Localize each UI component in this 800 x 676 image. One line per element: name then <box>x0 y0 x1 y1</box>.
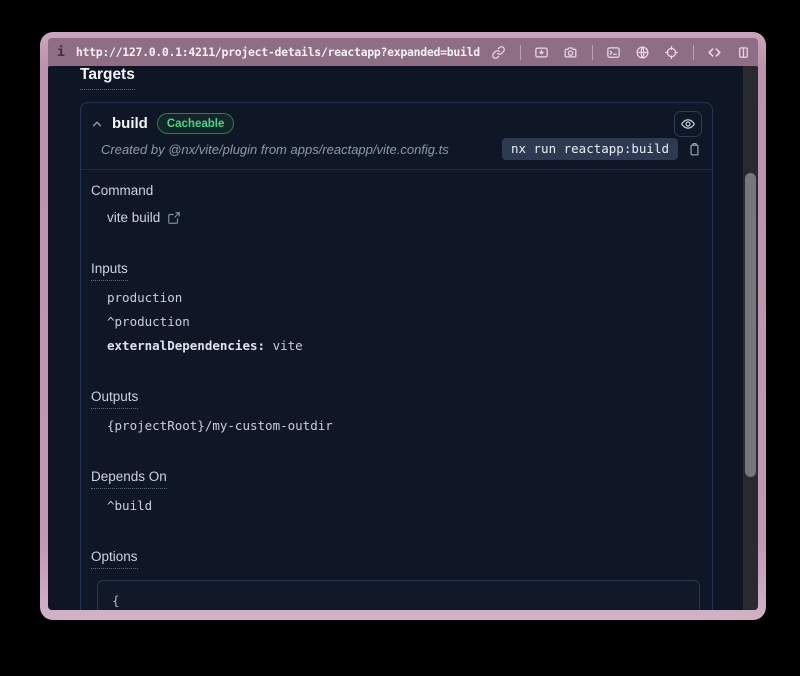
cacheable-badge: Cacheable <box>157 113 235 134</box>
globe-icon[interactable] <box>635 44 651 60</box>
titlebar-divider <box>592 45 593 60</box>
project-details-page: Targets build Cacheable Created by @nx/v… <box>48 66 743 610</box>
command-value: vite build <box>107 209 160 226</box>
scrollbar-thumb[interactable] <box>745 173 756 477</box>
vertical-scrollbar[interactable] <box>743 66 758 610</box>
browser-titlebar: i http://127.0.0.1:4211/project-details/… <box>48 38 758 66</box>
input-key-value: vite <box>265 338 303 353</box>
json-open-brace: { <box>112 593 120 608</box>
crosshair-icon[interactable] <box>664 44 680 60</box>
page-viewport: Targets build Cacheable Created by @nx/v… <box>48 66 758 610</box>
copy-command-button[interactable] <box>687 142 702 157</box>
build-target-header[interactable]: build Cacheable <box>81 103 712 137</box>
input-item-keyed: externalDependencies: vite <box>107 337 702 354</box>
output-item: {projectRoot}/my-custom-outdir <box>107 417 702 434</box>
titlebar-divider <box>693 45 694 60</box>
code-icon[interactable] <box>707 44 723 60</box>
created-by-text: Created by @nx/vite/plugin from apps/rea… <box>101 142 449 157</box>
titlebar-actions <box>491 44 752 60</box>
titlebar-divider <box>520 45 521 60</box>
input-item: ^production <box>107 313 702 330</box>
run-command-group: nx run reactapp:build <box>502 138 702 160</box>
terminal-icon[interactable] <box>606 44 622 60</box>
options-heading: Options <box>91 549 138 569</box>
info-icon: i <box>57 45 65 60</box>
depends-on-item: ^build <box>107 497 702 514</box>
input-item: production <box>107 289 702 306</box>
build-target-meta: Created by @nx/vite/plugin from apps/rea… <box>81 137 712 169</box>
chevron-up-icon <box>91 118 103 130</box>
browser-window: i http://127.0.0.1:4211/project-details/… <box>40 32 766 620</box>
options-json-block: { "cwd": "apps/reactapp" } <box>97 580 700 610</box>
build-target-details: Command vite build Inputs production ^pr… <box>81 170 712 610</box>
split-panel-icon[interactable] <box>736 44 752 60</box>
external-link-icon[interactable] <box>167 211 181 225</box>
build-target-name: build <box>112 115 148 132</box>
camera-icon[interactable] <box>563 44 579 60</box>
link-icon[interactable] <box>491 44 507 60</box>
url-bar[interactable]: http://127.0.0.1:4211/project-details/re… <box>76 45 480 59</box>
run-command-chip: nx run reactapp:build <box>502 138 678 160</box>
view-target-graph-button[interactable] <box>674 111 702 137</box>
screenshot-download-icon[interactable] <box>534 44 550 60</box>
build-target-card: build Cacheable Created by @nx/vite/plug… <box>80 102 713 610</box>
targets-heading: Targets <box>80 66 135 90</box>
input-key: externalDependencies: <box>107 338 265 353</box>
command-heading: Command <box>91 183 153 199</box>
outputs-heading: Outputs <box>91 389 138 409</box>
inputs-heading: Inputs <box>91 261 128 281</box>
command-value-row: vite build <box>107 209 702 226</box>
depends-on-heading: Depends On <box>91 469 167 489</box>
